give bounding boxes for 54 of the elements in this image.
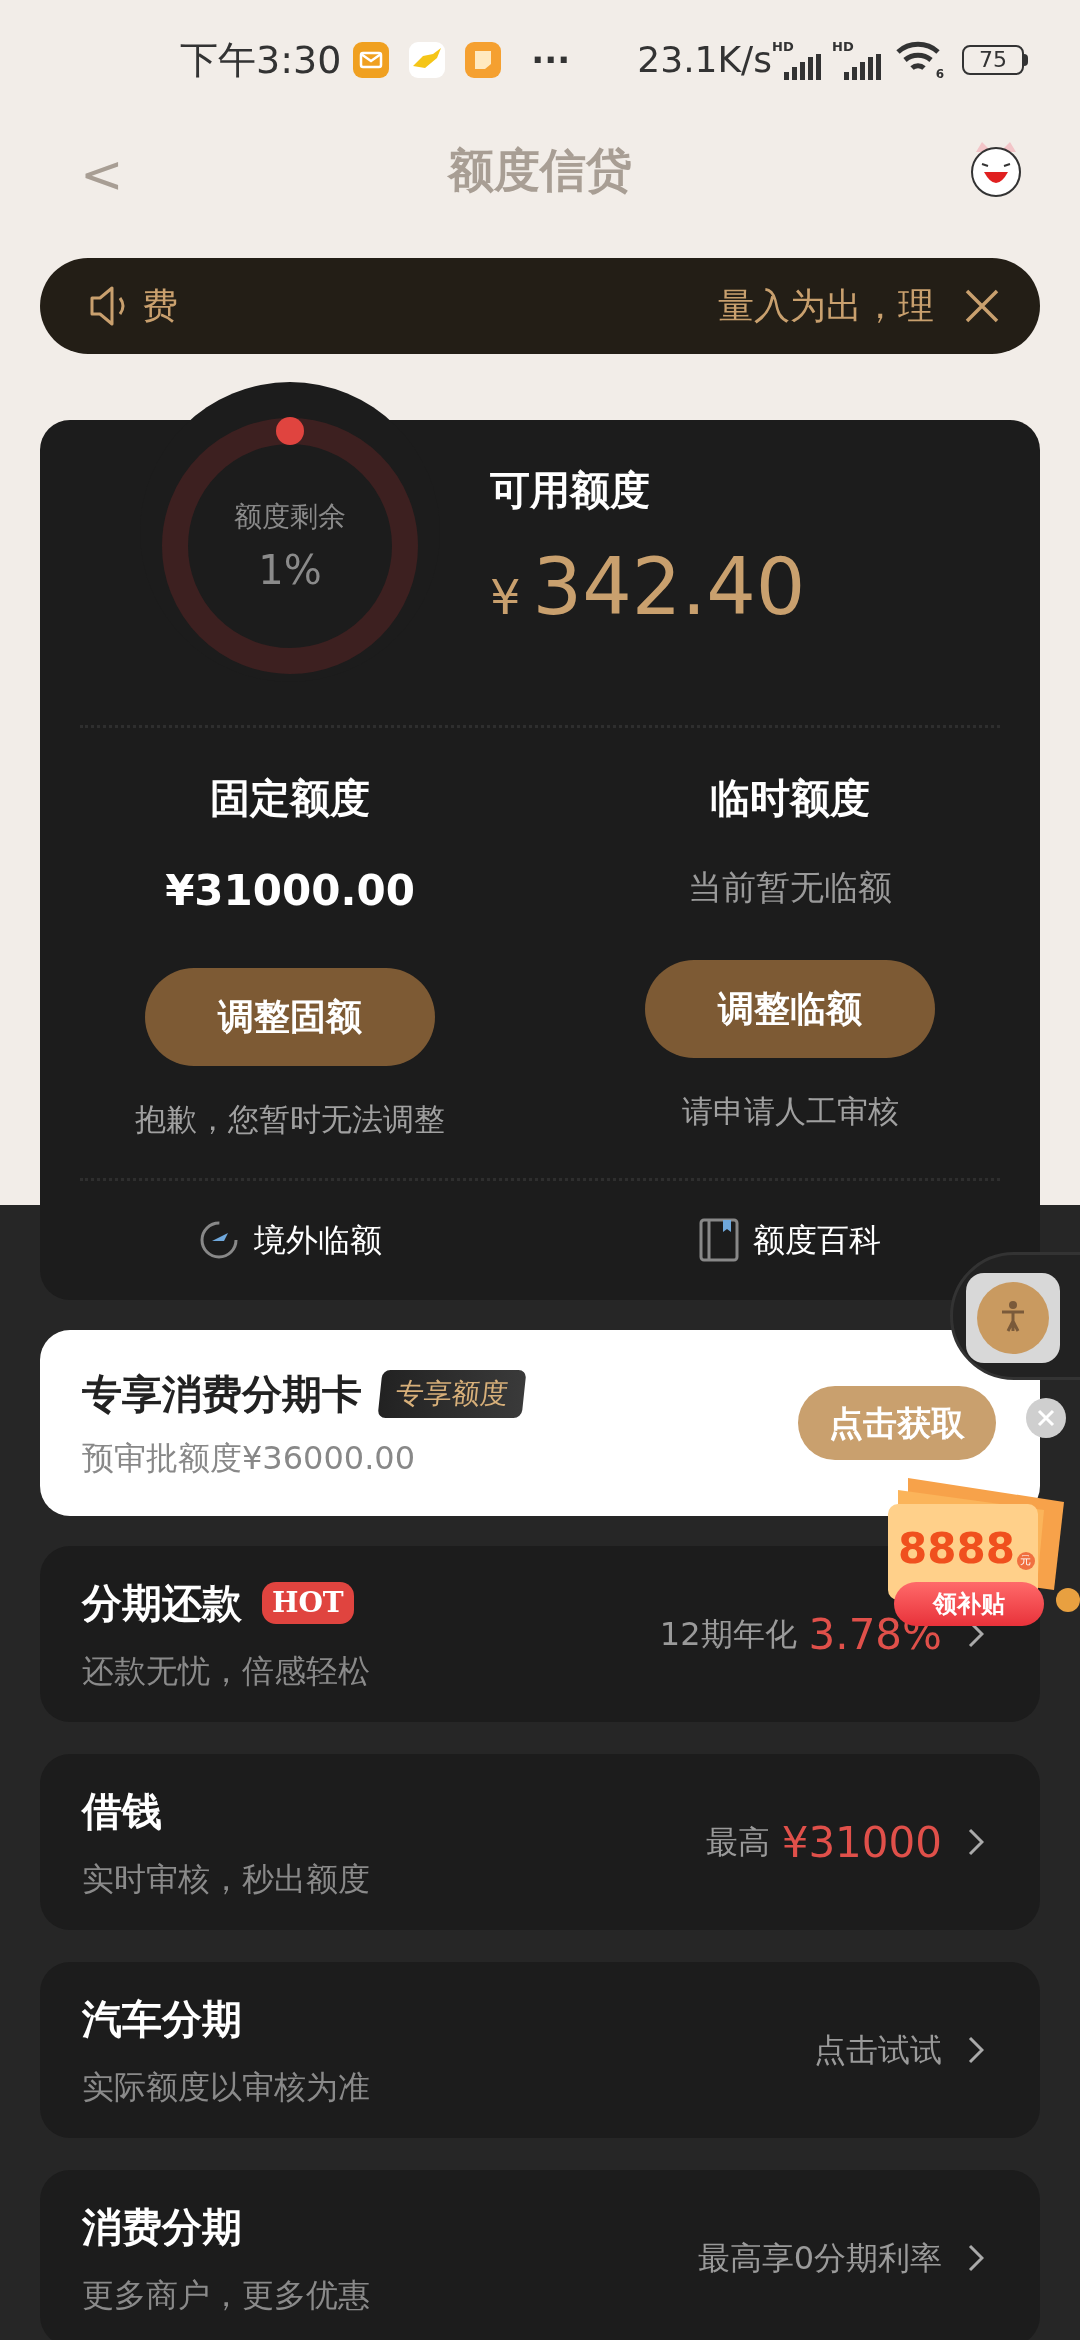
product-highlight: ¥31000 [781,1816,942,1869]
promo-tag: 专享额度 [377,1370,527,1418]
product-row[interactable]: 消费分期 更多商户，更多优惠 最高享0分期利率 [40,2170,1040,2340]
book-icon [699,1218,739,1262]
page-title: 额度信贷 [448,141,632,199]
plane-globe-icon [198,1219,240,1261]
product-subtitle: 还款无忧，倍感轻松 [82,1651,371,1692]
adjust-button[interactable]: 调整临额 [645,960,935,1058]
ring-percent: 1% [258,550,322,590]
network-speed: 23.1K/s [637,42,772,78]
adjust-note: 抱歉，您暂时无法调整 [135,1100,445,1139]
notice-text: 量入为出，理 [718,284,934,328]
more-notifications: ··· [531,43,571,77]
adjust-note: 请申请人工审核 [681,1092,899,1131]
quota-type-label: 固定额度 [210,778,370,818]
product-note: 12期年化 [659,1614,797,1655]
quota-type-label: 临时额度 [710,778,870,818]
product-row[interactable]: 借钱 实时审核，秒出额度 最高 ¥31000 [40,1754,1040,1930]
quota-value: 当前暂无临额 [688,870,892,904]
promo-title: 专享消费分期卡 [82,1370,362,1419]
close-button[interactable] [964,288,1000,324]
adjust-button[interactable]: 调整固额 [145,968,435,1066]
bird-icon [409,42,446,78]
quota-link[interactable]: 境外临额 [40,1216,540,1264]
chevron-icon [968,1828,984,1856]
hot-badge: HOT [262,1582,354,1624]
note-icon [465,42,502,78]
accessibility-button[interactable] [966,1273,1060,1363]
product-subtitle: 实时审核，秒出额度 [82,1859,371,1900]
currency-symbol: ¥ [490,568,521,627]
quota-link[interactable]: 额度百科 [540,1216,1040,1264]
product-note: 最高 [705,1822,770,1863]
product-subtitle: 实际额度以审核为准 [82,2067,371,2108]
product-note: 点击试试 [814,2030,942,2071]
quota-value: ¥31000.00 [165,870,415,912]
close-icon [1037,1409,1055,1427]
mail-icon [353,42,390,78]
notice-text: 费 [142,284,178,328]
ring-label: 额度剩余 [234,499,346,535]
product-row[interactable]: 汽车分期 实际额度以审核为准 点击试试 [40,1962,1040,2138]
status-time: 下午3:30 [180,41,342,79]
product-note: 最高享0分期利率 [697,2238,942,2279]
close-button[interactable] [1026,1398,1066,1438]
close-icon [964,288,1000,324]
product-title: 借钱 [82,1787,162,1836]
product-subtitle: 更多商户，更多优惠 [82,2275,371,2316]
chevron-icon [968,2036,984,2064]
product-title: 分期还款 [82,1579,242,1628]
available-amount: 342.40 [532,548,806,626]
product-title: 汽车分期 [82,1995,242,2044]
product-title: 消费分期 [82,2203,242,2252]
available-label: 可用额度 [490,470,651,510]
promo-subtitle: 预审批额度¥36000.00 [82,1438,417,1479]
chevron-icon [968,2244,984,2272]
